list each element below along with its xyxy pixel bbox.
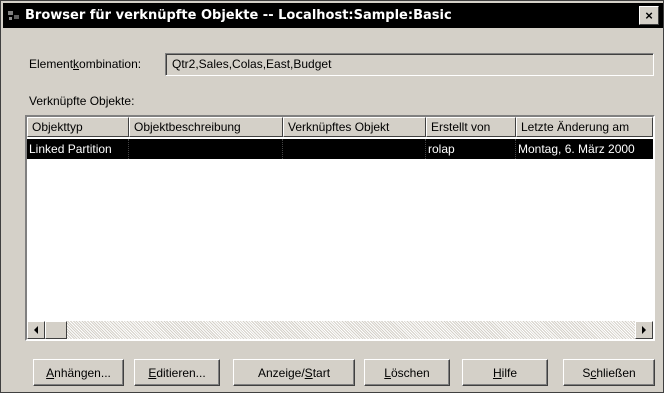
edit-button[interactable]: Editieren... [134,359,220,386]
scroll-right-icon[interactable] [635,321,653,339]
linked-objects-label: Verknüpfte Objekte: [29,94,135,108]
title-bar[interactable]: Browser für verknüpfte Objekte -- Localh… [3,3,663,28]
cell-letzte-aenderung: Montag, 6. März 2000 [518,142,635,156]
append-button[interactable]: Anhängen... [33,359,124,386]
help-button[interactable]: Hilfe [462,359,548,386]
column-header-letzte-aenderung[interactable]: Letzte Änderung am [516,117,653,137]
display-start-button[interactable]: Anzeige/Start [233,359,355,386]
cell-erstellt-von: rolap [426,139,516,159]
cell-objekttyp: Linked Partition [27,139,129,159]
column-header-objektbeschreibung[interactable]: Objektbeschreibung [129,117,283,137]
horizontal-scrollbar[interactable] [27,321,653,339]
combination-label: Elementkombination: [29,57,142,71]
list-header: Objekttyp Objektbeschreibung Verknüpftes… [27,117,653,137]
column-header-objekttyp[interactable]: Objekttyp [27,117,129,137]
cell-verknuepftes-objekt [283,139,426,159]
combination-field[interactable]: Qtr2,Sales,Colas,East,Budget [165,53,654,76]
app-icon [7,9,23,23]
table-row[interactable]: Linked Partition rolap Montag, 6. März 2… [27,139,653,159]
linked-objects-browser-window: Browser für verknüpfte Objekte -- Localh… [0,0,664,393]
scroll-left-icon[interactable] [27,321,45,339]
close-button[interactable]: Sc hließen [563,359,655,386]
cell-objektbeschreibung [129,139,283,159]
column-header-verknuepftes-objekt[interactable]: Verknüpftes Objekt [283,117,426,137]
close-icon[interactable]: × [639,6,659,25]
scrollbar-thumb[interactable] [45,321,67,339]
linked-objects-list[interactable]: Objekttyp Objektbeschreibung Verknüpftes… [25,115,655,341]
column-header-erstellt-von[interactable]: Erstellt von [426,117,516,137]
delete-button[interactable]: Löschen [364,359,450,386]
window-title: Browser für verknüpfte Objekte -- Localh… [25,8,452,23]
